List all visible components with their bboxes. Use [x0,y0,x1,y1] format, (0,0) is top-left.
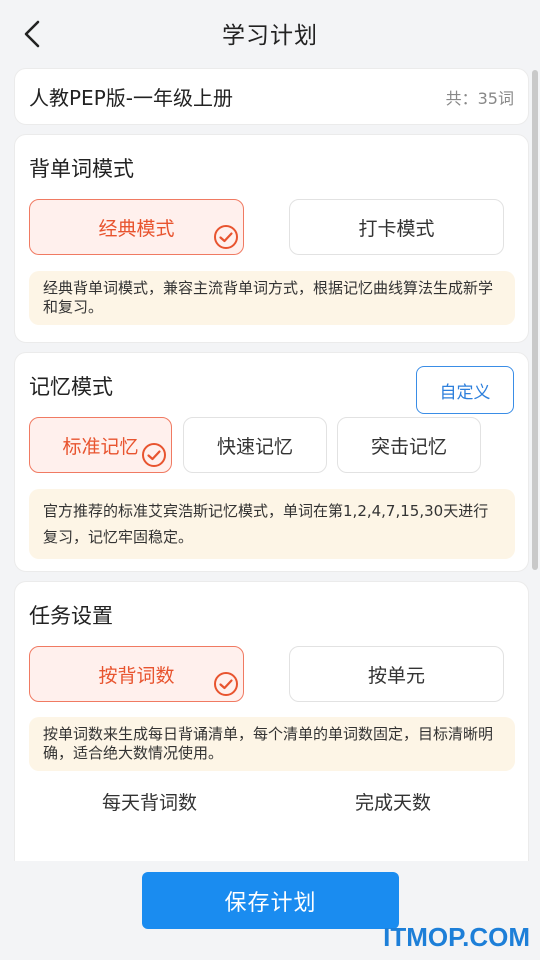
task-settings-card: 任务设置 按背词数 按单元 按单词数来生成每日背诵清单，每个清单的单词数固定，目… [14,581,529,861]
watermark-logo: ITMOP.COM [383,922,530,952]
section-title-word-mode: 背单词模式 [29,157,134,181]
option-label: 突击记忆 [370,435,447,458]
option-label: 打卡模式 [358,217,435,240]
header-bar: 学习计划 [0,0,540,66]
memory-mode-card: 记忆模式 自定义 标准记忆 快速记忆 突击记忆 官方推荐的标准艾宾浩斯记忆模式，… [14,352,529,572]
task-description: 按单词数来生成每日背诵清单，每个清单的单词数固定，目标清晰明确，适合绝大数情况使… [29,717,515,771]
option-fast-memory[interactable]: 快速记忆 [183,417,327,473]
completion-days-label[interactable]: 完成天数 [355,788,431,815]
book-card[interactable]: 人教PEP版-一年级上册 共：35词 [14,68,529,125]
word-count: 共：35词 [445,88,514,108]
option-label: 快速记忆 [216,435,293,458]
page-title: 学习计划 [222,23,318,49]
option-by-unit[interactable]: 按单元 [289,646,504,702]
option-standard-memory[interactable]: 标准记忆 [29,417,172,473]
option-intensive-memory[interactable]: 突击记忆 [337,417,481,473]
word-mode-card: 背单词模式 经典模式 打卡模式 经典背单词模式，兼容主流背单词方式，根据记忆曲线… [14,134,529,343]
section-title-memory-mode: 记忆模式 [29,375,113,399]
option-label: 标准记忆 [62,435,139,458]
option-label: 按单元 [367,664,425,687]
option-classic-mode[interactable]: 经典模式 [29,199,244,255]
option-label: 经典模式 [98,217,175,240]
save-plan-button[interactable]: 保存计划 [142,872,399,929]
word-mode-description: 经典背单词模式，兼容主流背单词方式，根据记忆曲线算法生成新学和复习。 [29,271,515,325]
check-circle-icon [214,225,238,249]
option-by-word-count[interactable]: 按背词数 [29,646,244,702]
section-title-task-settings: 任务设置 [29,604,113,628]
chevron-left-icon [24,20,40,48]
back-button[interactable] [14,16,50,52]
scrollbar[interactable] [532,70,538,570]
custom-button[interactable]: 自定义 [416,366,514,414]
option-checkin-mode[interactable]: 打卡模式 [289,199,504,255]
option-label: 按背词数 [98,664,175,687]
check-circle-icon [142,443,166,467]
daily-word-count-label[interactable]: 每天背词数 [102,788,197,815]
memory-mode-description: 官方推荐的标准艾宾浩斯记忆模式，单词在第1,2,4,7,15,30天进行复习，记… [29,489,515,559]
check-circle-icon [214,672,238,696]
book-title: 人教PEP版-一年级上册 [29,86,233,110]
